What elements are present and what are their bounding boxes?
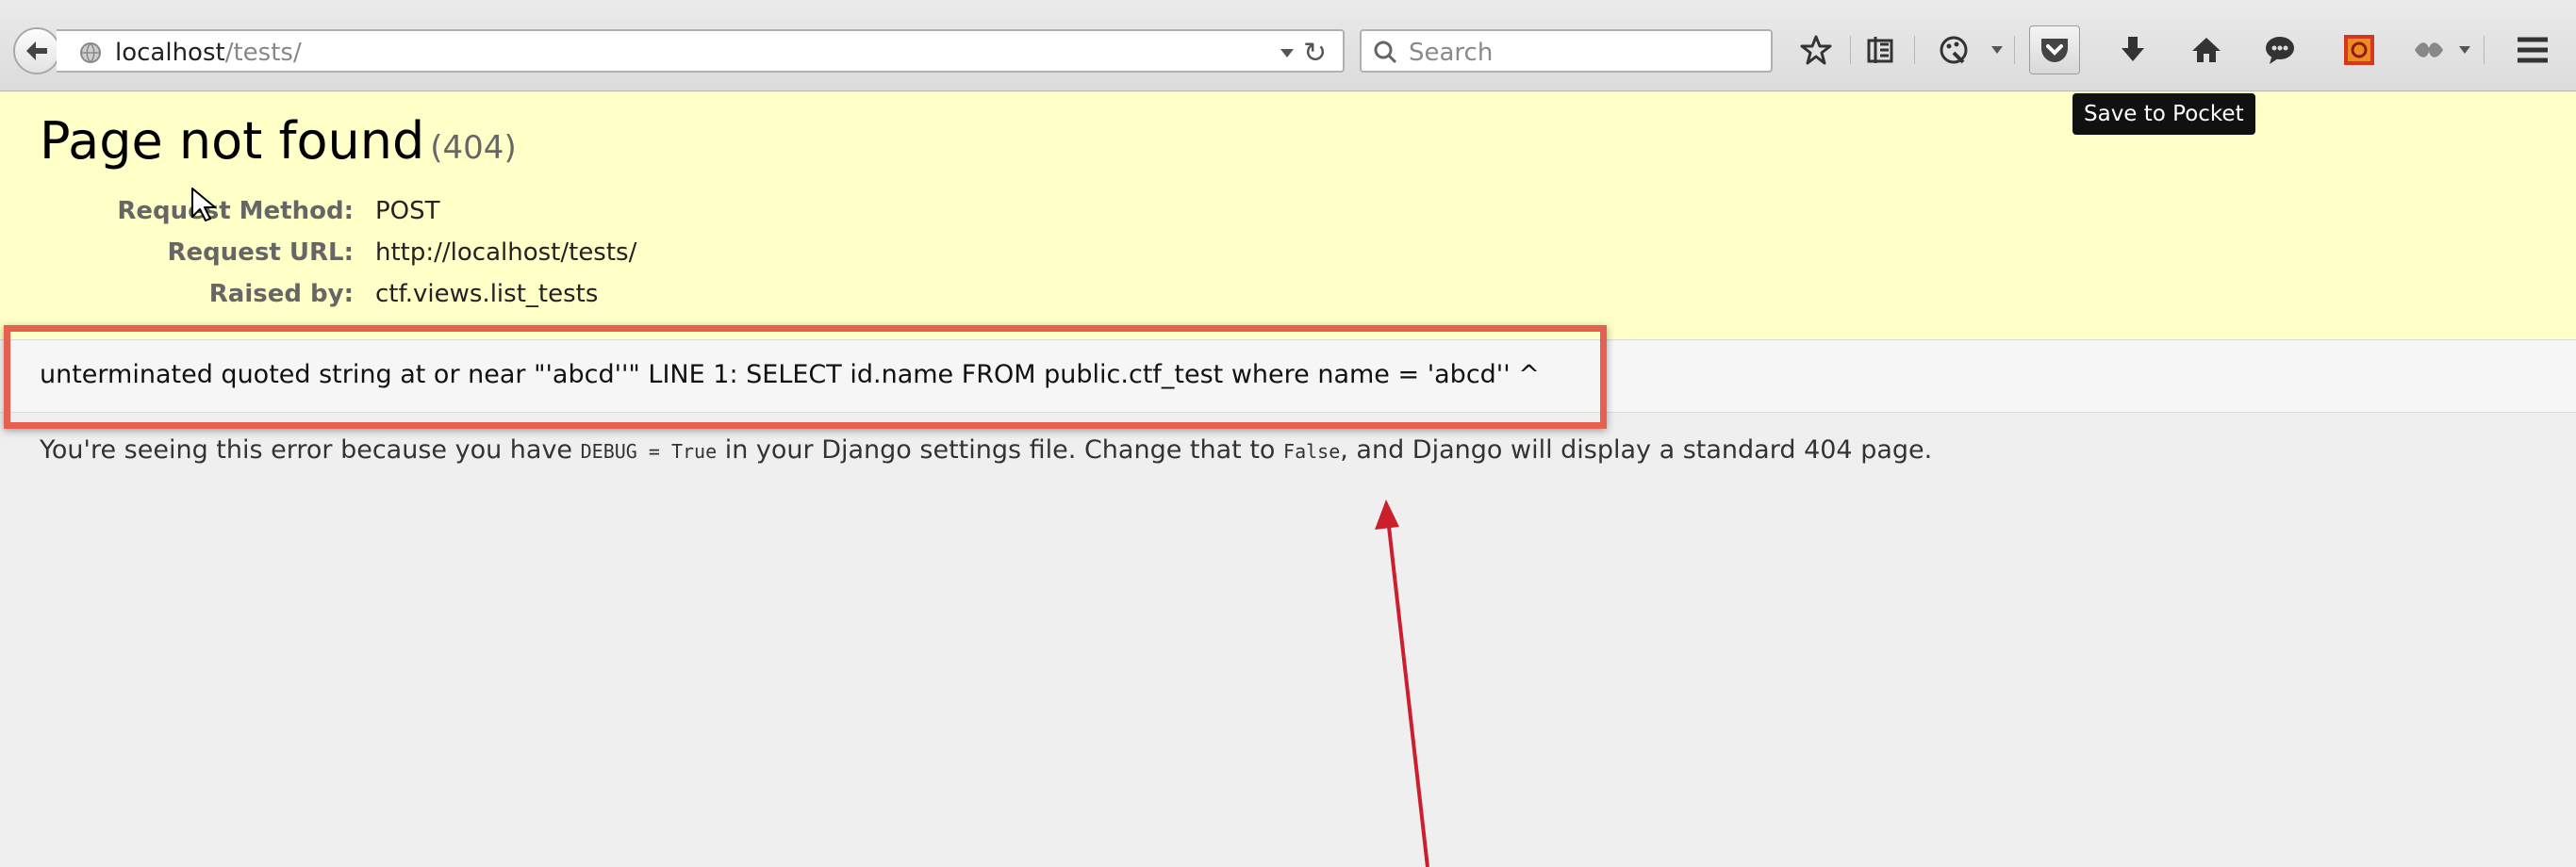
search-placeholder: Search bbox=[1409, 39, 1494, 67]
extension-icon[interactable] bbox=[2410, 28, 2448, 72]
globe-icon bbox=[80, 42, 101, 63]
mouse-cursor-icon bbox=[191, 188, 216, 221]
pocket-button[interactable] bbox=[2029, 25, 2080, 74]
url-host: localhost bbox=[115, 39, 225, 67]
toolbar-separator bbox=[1914, 36, 1915, 64]
reload-icon[interactable]: ↻ bbox=[1303, 37, 1327, 70]
meta-label: Raised by: bbox=[208, 280, 354, 308]
developer-tools-icon[interactable] bbox=[1935, 28, 1973, 72]
annotation-highlight-box bbox=[4, 325, 1607, 429]
toolbar-separator bbox=[2484, 36, 2485, 64]
toolbar-separator bbox=[1850, 36, 1851, 64]
search-bar[interactable]: Search bbox=[1360, 29, 1773, 73]
status-code: (404) bbox=[430, 129, 517, 167]
meta-row-request-url: Request URL: http://localhost/tests/ bbox=[0, 238, 735, 278]
browser-toolbar: localhost/tests/ ↻ Search bbox=[0, 0, 2576, 91]
page-title: Page not found (404) bbox=[40, 111, 517, 171]
meta-value: POST bbox=[375, 197, 440, 225]
bookmark-star-icon[interactable] bbox=[1797, 28, 1835, 72]
url-path: /tests/ bbox=[224, 39, 302, 67]
explanation-text: You're seeing this error because you hav… bbox=[40, 435, 573, 465]
search-icon bbox=[1374, 41, 1397, 64]
meta-row-raised-by: Raised by: ctf.views.list_tests bbox=[0, 280, 735, 319]
toolbar-separator bbox=[2014, 36, 2015, 64]
meta-label: Request URL: bbox=[167, 238, 354, 267]
meta-label: Request Method: bbox=[117, 197, 354, 225]
explanation-text: in your Django settings file. Change tha… bbox=[724, 435, 1276, 465]
annotation-arrow bbox=[1375, 499, 1429, 867]
debug-explanation: You're seeing this error because you hav… bbox=[40, 435, 1932, 465]
meta-row-request-method: Request Method: POST bbox=[0, 197, 735, 237]
debug-setting-code: DEBUG = True bbox=[580, 440, 718, 463]
pocket-tooltip: Save to Pocket bbox=[2072, 93, 2255, 135]
explanation-text: , and Django will display a standard 404… bbox=[1340, 435, 1933, 465]
download-icon[interactable] bbox=[2114, 28, 2152, 72]
chevron-down-icon[interactable] bbox=[2455, 28, 2474, 72]
bookmarks-menu-icon[interactable] bbox=[1861, 28, 1899, 72]
meta-value: http://localhost/tests/ bbox=[375, 238, 637, 267]
false-code: False bbox=[1283, 440, 1341, 463]
url-bar[interactable]: localhost/tests/ ↻ bbox=[57, 29, 1345, 73]
addon-icon[interactable] bbox=[2340, 28, 2378, 72]
history-dropdown-icon[interactable] bbox=[1279, 46, 1296, 59]
chat-icon[interactable] bbox=[2261, 28, 2299, 72]
pocket-icon bbox=[2041, 39, 2068, 62]
back-button[interactable] bbox=[13, 27, 60, 74]
home-icon[interactable] bbox=[2188, 28, 2225, 72]
arrow-left-icon bbox=[26, 41, 47, 60]
meta-value: ctf.views.list_tests bbox=[375, 280, 599, 308]
url-text[interactable]: localhost/tests/ bbox=[115, 39, 302, 67]
title-text: Page not found bbox=[40, 111, 425, 171]
hamburger-menu-icon[interactable] bbox=[2514, 28, 2551, 72]
chevron-down-icon[interactable] bbox=[1988, 28, 2006, 72]
